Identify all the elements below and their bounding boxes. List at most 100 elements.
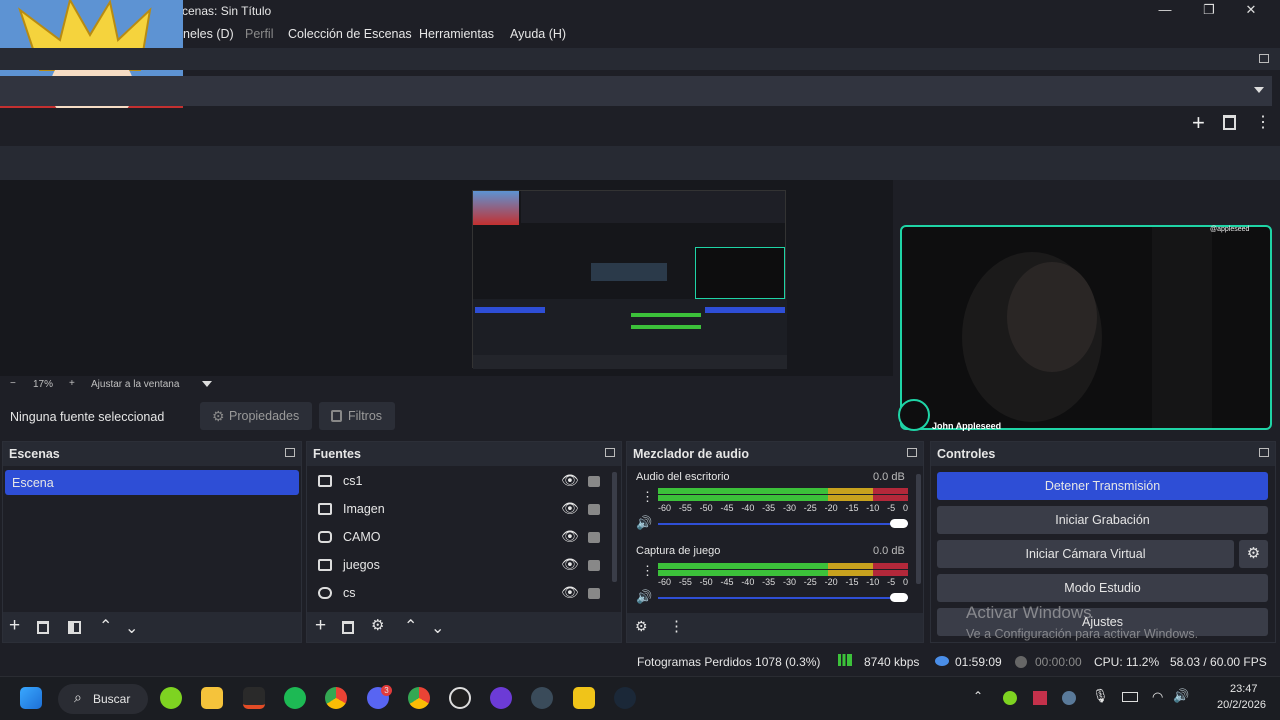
volume-slider[interactable] [658, 593, 908, 602]
chevron-up-icon[interactable]: ⌃ [973, 689, 983, 703]
eye-icon[interactable]: 👁 [561, 467, 579, 493]
gear-icon: ⚙ [212, 408, 225, 424]
tray-xbox-icon[interactable] [1003, 691, 1017, 705]
move-down-icon[interactable]: ⌄ [125, 618, 138, 638]
menu-scene-collection[interactable]: Colección de Escenas [288, 27, 412, 41]
zoom-out-button[interactable]: − [10, 378, 16, 389]
lock-icon[interactable] [588, 588, 600, 599]
gear-icon[interactable]: ⚙ [635, 618, 648, 635]
volume-icon[interactable]: 🔊 [1173, 688, 1189, 704]
zoom-bar: − 17% + Ajustar a la ventana [0, 376, 893, 394]
activation-title: Activar Windows [966, 603, 1092, 622]
move-up-icon[interactable]: ⌃ [404, 616, 417, 636]
upper-dock-dropdown[interactable] [0, 76, 1272, 106]
tray-steam-icon[interactable] [1062, 691, 1076, 705]
scene-item[interactable]: Escena [5, 470, 299, 495]
meter-ticks: -60 -55 -50 -45 -40 -35 -30 -25 -20 -15 -10 -5 0 [658, 503, 908, 513]
start-recording-button[interactable]: Iniciar Grabación [937, 506, 1268, 534]
more-vertical-icon[interactable]: ⋮ [641, 489, 654, 505]
sources-toolbar: + ⚙ ⌃ ⌄ [307, 612, 621, 642]
obs-icon[interactable] [449, 687, 471, 709]
move-down-icon[interactable]: ⌄ [431, 618, 444, 638]
search-box[interactable]: ⌕ Buscar [58, 684, 148, 714]
trash-icon[interactable] [37, 621, 49, 634]
spotify-icon[interactable] [284, 687, 306, 709]
activation-subtitle: Ve a Configuración para activar Windows. [966, 627, 1199, 641]
studio-mode-button[interactable]: Modo Estudio [937, 574, 1268, 602]
speaker-icon[interactable]: 🔊 [636, 589, 652, 605]
volume-slider[interactable] [658, 519, 908, 528]
eye-icon[interactable]: 👁 [561, 551, 579, 577]
lock-icon[interactable] [588, 476, 600, 487]
app-k-icon[interactable] [573, 687, 595, 709]
gear-icon[interactable]: ⚙ [371, 616, 384, 634]
trash-icon[interactable] [342, 621, 354, 634]
filters-button[interactable]: Filtros [319, 402, 395, 430]
eye-icon[interactable]: 👁 [561, 579, 579, 605]
file-explorer-icon[interactable] [201, 687, 223, 709]
source-item[interactable]: juegos 👁 [313, 552, 609, 578]
trash-icon[interactable] [1223, 115, 1236, 130]
lock-icon[interactable] [588, 532, 600, 543]
float-icon[interactable] [285, 448, 295, 457]
more-vertical-icon[interactable]: ⋮ [641, 563, 654, 579]
float-icon[interactable] [1259, 448, 1269, 457]
source-item[interactable]: cs 👁 [313, 580, 609, 606]
mixer-scrollbar[interactable] [916, 474, 921, 584]
virtual-camera-settings-button[interactable]: ⚙ [1239, 540, 1268, 568]
steam-icon[interactable] [614, 687, 636, 709]
move-up-icon[interactable]: ⌃ [99, 616, 112, 636]
gear-icon: ⚙ [1246, 545, 1261, 562]
chrome-icon[interactable] [325, 687, 347, 709]
tray-amd-icon[interactable] [1033, 691, 1047, 705]
add-icon[interactable]: + [1192, 110, 1205, 136]
filter-icon [331, 410, 342, 422]
add-source-icon[interactable]: + [315, 615, 326, 637]
zoom-in-button[interactable]: + [69, 378, 75, 389]
microphone-icon[interactable]: 🎙 [1092, 688, 1109, 704]
more-vertical-icon[interactable]: ⋮ [1255, 112, 1271, 132]
scene-preview[interactable] [0, 180, 893, 376]
sources-scrollbar[interactable] [612, 472, 617, 582]
menu-profile[interactable]: Perfil [245, 27, 273, 41]
more-vertical-icon[interactable]: ⋮ [669, 617, 684, 635]
clock-time[interactable]: 23:47 [1230, 683, 1258, 695]
app-icon[interactable] [243, 687, 265, 709]
app-circle-icon[interactable] [490, 687, 512, 709]
properties-button[interactable]: ⚙ Propiedades [200, 402, 312, 430]
start-virtual-camera-button[interactable]: Iniciar Cámara Virtual [937, 540, 1234, 568]
float-icon[interactable] [1259, 54, 1269, 63]
menu-help[interactable]: Ayuda (H) [510, 27, 566, 41]
close-button[interactable]: ✕ [1236, 2, 1266, 20]
lock-icon[interactable] [588, 560, 600, 571]
source-item[interactable]: CAMO 👁 [313, 524, 609, 550]
menu-docks[interactable]: neles (D) [183, 27, 234, 41]
settings-app-icon[interactable] [531, 687, 553, 709]
float-icon[interactable] [605, 448, 615, 457]
eye-icon[interactable]: 👁 [561, 495, 579, 521]
lock-icon[interactable] [588, 504, 600, 515]
fit-window-option[interactable]: Ajustar a la ventana [91, 379, 179, 390]
source-item[interactable]: Imagen 👁 [313, 496, 609, 522]
menu-tools[interactable]: Herramientas [419, 27, 494, 41]
source-item[interactable]: cs1 👁 [313, 468, 609, 494]
maximize-button[interactable]: ❐ [1194, 2, 1224, 20]
chevron-down-icon[interactable] [202, 381, 212, 387]
clock-date[interactable]: 20/2/2026 [1217, 699, 1266, 711]
eye-icon[interactable]: 👁 [561, 523, 579, 549]
keyboard-icon[interactable] [1122, 692, 1138, 702]
windows-start-icon[interactable] [20, 687, 42, 709]
stop-stream-button[interactable]: Detener Transmisión [937, 472, 1268, 500]
preview-webcam-thumb [695, 247, 785, 299]
webcam-name: John Appleseed [932, 421, 1002, 431]
chrome-profile-icon[interactable] [408, 687, 430, 709]
filter-icon[interactable] [68, 621, 81, 634]
minimize-button[interactable]: — [1150, 2, 1180, 20]
speaker-icon[interactable]: 🔊 [636, 515, 652, 531]
add-scene-icon[interactable]: + [9, 615, 20, 637]
stream-time: 01:59:09 [955, 655, 1002, 669]
float-icon[interactable] [907, 448, 917, 457]
wifi-icon[interactable]: ◠ [1152, 689, 1163, 705]
xbox-plus-icon[interactable] [160, 687, 182, 709]
channel-db: 0.0 dB [873, 545, 905, 557]
